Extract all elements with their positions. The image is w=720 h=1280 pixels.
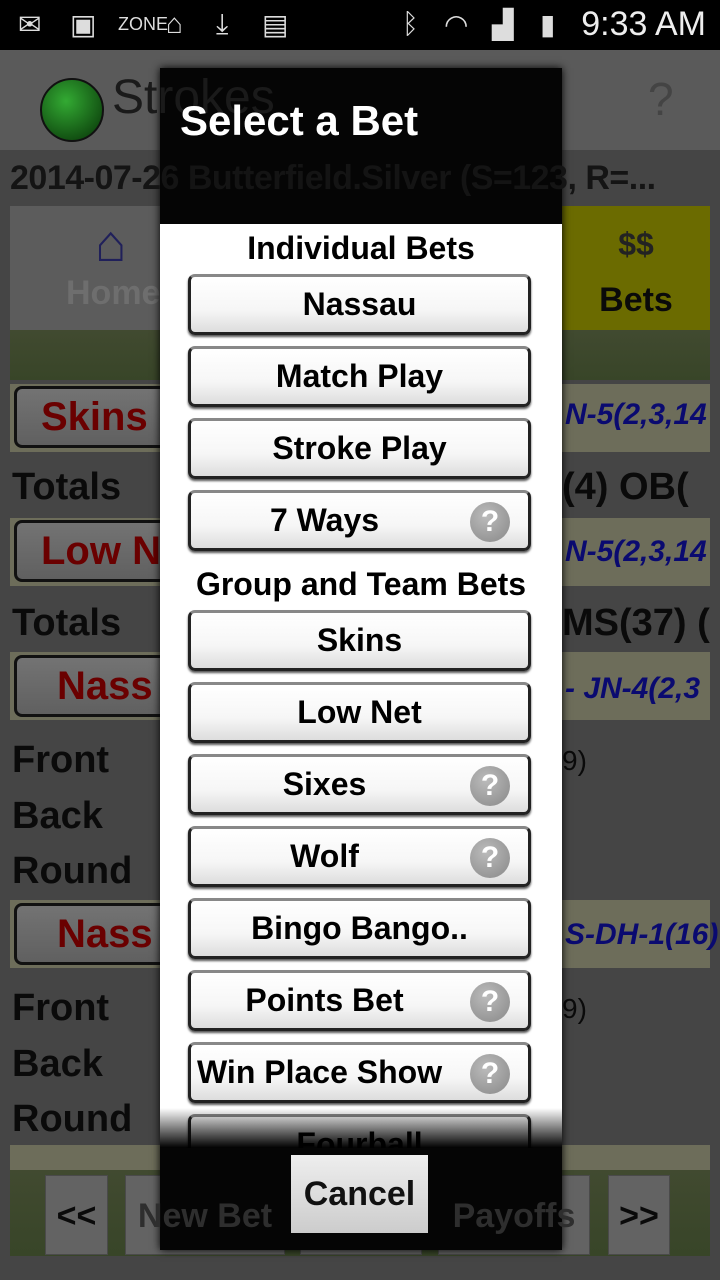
bet-button-label: Nass xyxy=(57,912,153,956)
wifi-icon: ◠ xyxy=(444,9,469,40)
bet-option-wolf[interactable]: Wolf? xyxy=(188,826,531,887)
help-question-icon[interactable]: ? xyxy=(470,982,510,1022)
help-question-icon[interactable]: ? xyxy=(470,502,510,542)
tab-bets-label: Bets xyxy=(599,281,673,319)
status-bar: ✉ ▣ ZONE ⌂ ⤓ ▤ ᛒ ◠ ▟ ▮ 9:33 AM xyxy=(0,0,720,50)
help-icon[interactable]: ? xyxy=(648,72,674,126)
totals-value: MS(37) ( xyxy=(562,602,710,644)
bet-detail: N-5(2,3,14 xyxy=(565,535,707,568)
totals-label: Totals xyxy=(12,602,122,644)
back-label: Back xyxy=(12,795,103,837)
bet-option-sixes[interactable]: Sixes? xyxy=(188,754,531,815)
individual-bets-header: Individual Bets xyxy=(247,230,475,266)
back-label: Back xyxy=(12,1043,103,1085)
totals-value: (4) OB( xyxy=(562,466,689,508)
next-button[interactable]: >> xyxy=(608,1175,670,1255)
help-question-icon[interactable]: ? xyxy=(470,1054,510,1094)
money-robot-icon: $$ xyxy=(618,226,654,262)
bet-option-label: Stroke Play xyxy=(272,430,447,466)
help-question-icon[interactable]: ? xyxy=(470,838,510,878)
front-value: 9) xyxy=(562,745,587,776)
bet-option-points-bet[interactable]: Points Bet? xyxy=(188,970,531,1031)
golf-flag-logo-icon xyxy=(40,78,104,142)
bet-option-low-net[interactable]: Low Net xyxy=(188,682,531,743)
bet-option-nassau[interactable]: Nassau xyxy=(188,274,531,335)
bet-options-list[interactable]: Individual Bets Nassau Match Play Stroke P… xyxy=(160,224,562,1148)
bet-option-stroke-play[interactable]: Stroke Play xyxy=(188,418,531,479)
bet-option-label: Wolf xyxy=(290,838,359,874)
bet-option-label: Win Place Show xyxy=(197,1054,443,1090)
bet-button-label: Skins xyxy=(41,395,148,439)
mail-icon: ✉ xyxy=(18,9,42,40)
scroll-fade xyxy=(160,1108,562,1148)
voicemail-icon: ⌂ xyxy=(166,8,183,39)
bet-option-label: Skins xyxy=(316,622,403,658)
front-value: 9) xyxy=(562,993,587,1024)
payoffs-label: Payoffs xyxy=(452,1197,576,1235)
bet-detail: S-DH-1(16) xyxy=(565,918,719,951)
totals-label: Totals xyxy=(12,466,122,508)
download-icon: ⤓ xyxy=(216,8,229,39)
bet-button-label: Nass xyxy=(57,664,153,708)
dialog-title: Select a Bet xyxy=(180,97,419,144)
group-bets-header: Group and Team Bets xyxy=(195,566,527,602)
bet-detail: - JN-4(2,3 xyxy=(565,672,701,705)
bet-option-label: Bingo Bango.. xyxy=(251,910,468,946)
bet-option-label: 7 Ways xyxy=(269,502,380,538)
bet-detail: N-5(2,3,14 xyxy=(565,398,707,431)
cancel-button[interactable]: Cancel xyxy=(291,1155,428,1233)
bet-button-label: Low N xyxy=(41,529,161,573)
tab-bets[interactable]: $$ Bets xyxy=(562,206,710,330)
zone-icon: ZONE xyxy=(118,14,169,34)
bet-option-skins[interactable]: Skins xyxy=(188,610,531,671)
bluetooth-icon: ᛒ xyxy=(402,8,419,39)
signal-icon: ▟ xyxy=(492,9,514,40)
round-subtitle: 2014-07-26 Butterfield.Silver (S=123, R=… xyxy=(10,159,656,197)
front-label: Front xyxy=(12,739,110,781)
bet-option-label: Match Play xyxy=(275,358,444,394)
bet-option-win-place-show[interactable]: Win Place Show? xyxy=(188,1042,531,1103)
select-bet-dialog: Individual Bets Nassau Match Play Stroke P… xyxy=(160,68,562,1250)
bag-icon: ▤ xyxy=(262,9,289,40)
round-label: Round xyxy=(12,850,133,892)
clock: 9:33 AM xyxy=(581,5,706,43)
bet-option-label: Points Bet xyxy=(245,982,404,1018)
front-label: Front xyxy=(12,987,110,1029)
round-label: Round xyxy=(12,1098,133,1140)
bet-option-label: Nassau xyxy=(302,286,417,322)
image-icon: ▣ xyxy=(70,9,97,40)
bet-option-bingo-bango[interactable]: Bingo Bango.. xyxy=(188,898,531,959)
new-bet-label: New Bet xyxy=(137,1197,273,1235)
help-question-icon[interactable]: ? xyxy=(470,766,510,806)
battery-icon: ▮ xyxy=(540,9,556,40)
prev-button[interactable]: << xyxy=(45,1175,108,1255)
bet-option-match-play[interactable]: Match Play xyxy=(188,346,531,407)
bet-option-7-ways[interactable]: 7 Ways? xyxy=(188,490,531,551)
bet-option-label: Sixes xyxy=(282,766,367,802)
bet-option-label: Low Net xyxy=(297,694,422,730)
